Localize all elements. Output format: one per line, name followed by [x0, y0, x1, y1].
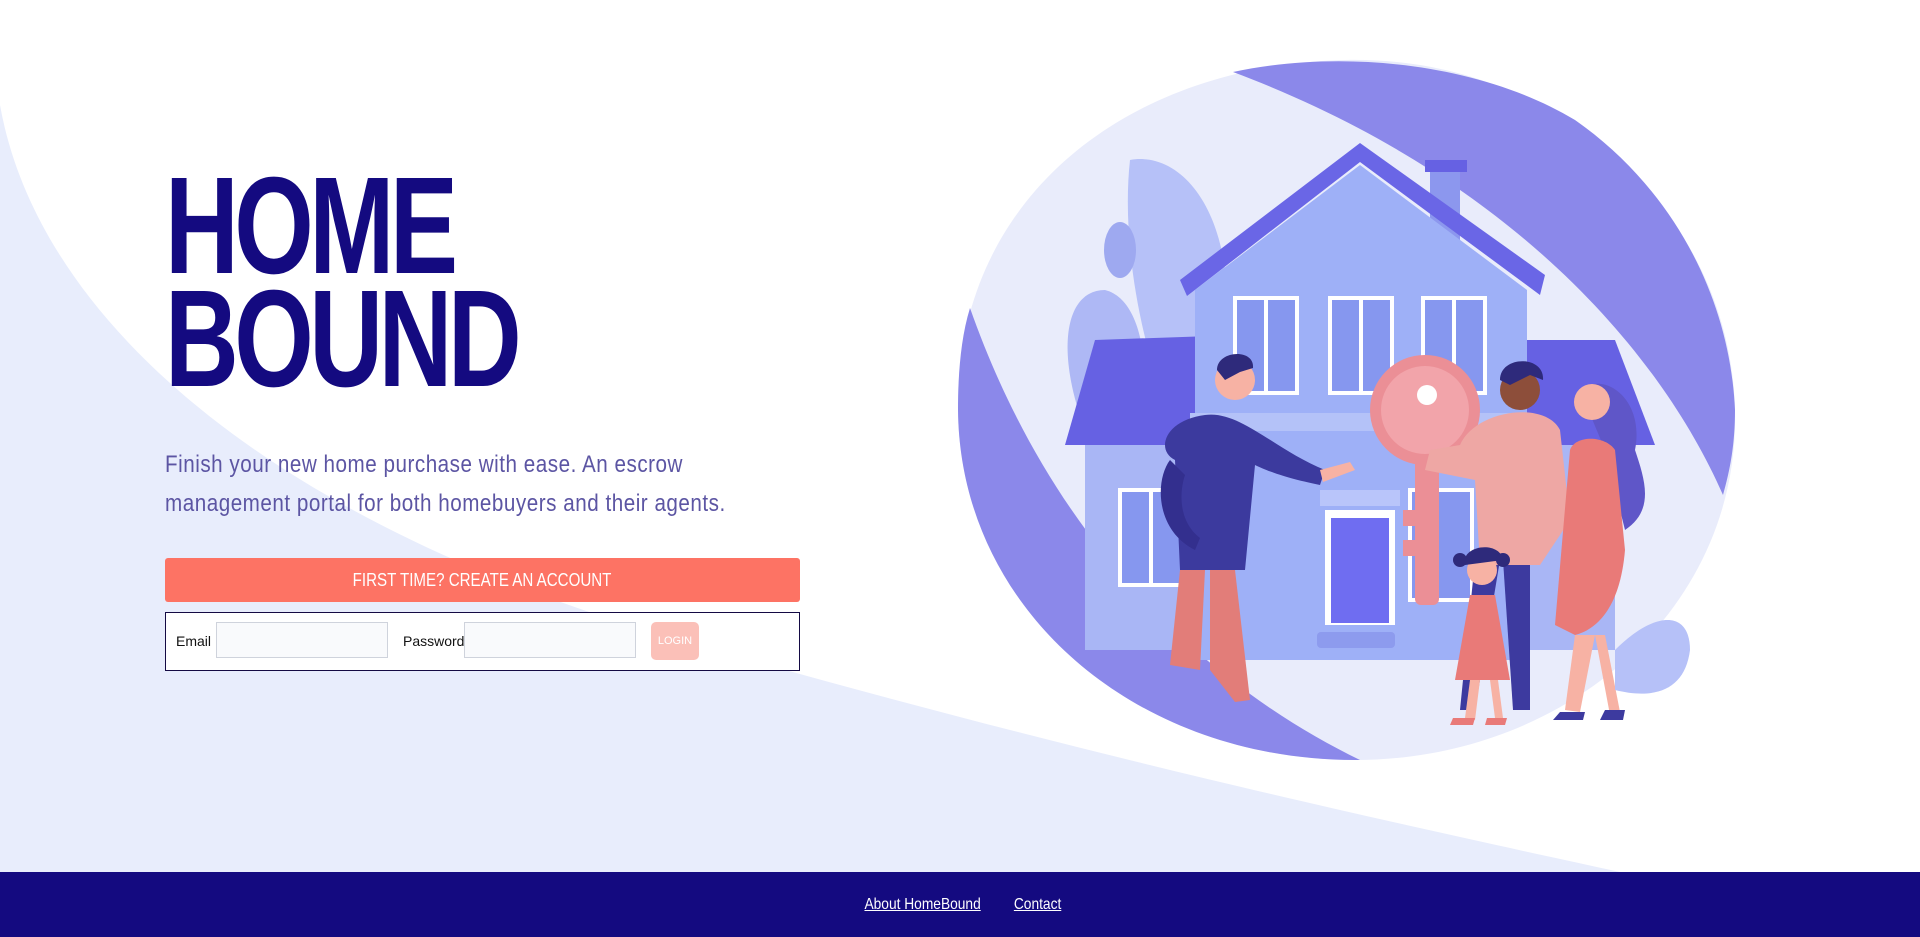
login-form: Email Password LOGIN	[165, 612, 800, 671]
footer: About HomeBound Contact	[0, 872, 1920, 937]
email-field[interactable]	[216, 622, 388, 658]
create-account-label: FIRST TIME? CREATE AN ACCOUNT	[353, 569, 612, 590]
footer-link-contact[interactable]: Contact	[1014, 896, 1061, 914]
title-line-bound: BOUND	[165, 262, 522, 416]
hero-section: HOME BOUND Finish your new home purchase…	[165, 157, 805, 671]
home-family-illustration	[957, 59, 1736, 760]
create-account-button[interactable]: FIRST TIME? CREATE AN ACCOUNT	[165, 558, 800, 602]
page-title: HOME BOUND	[165, 157, 639, 416]
login-button[interactable]: LOGIN	[651, 622, 699, 660]
password-field[interactable]	[464, 622, 636, 658]
email-label: Email	[176, 633, 212, 649]
password-label: Password	[403, 633, 465, 649]
tagline: Finish your new home purchase with ease.…	[165, 451, 726, 517]
footer-link-about[interactable]: About HomeBound	[864, 896, 980, 914]
house-door	[1331, 518, 1389, 623]
plant-leaf-small	[1104, 222, 1136, 278]
